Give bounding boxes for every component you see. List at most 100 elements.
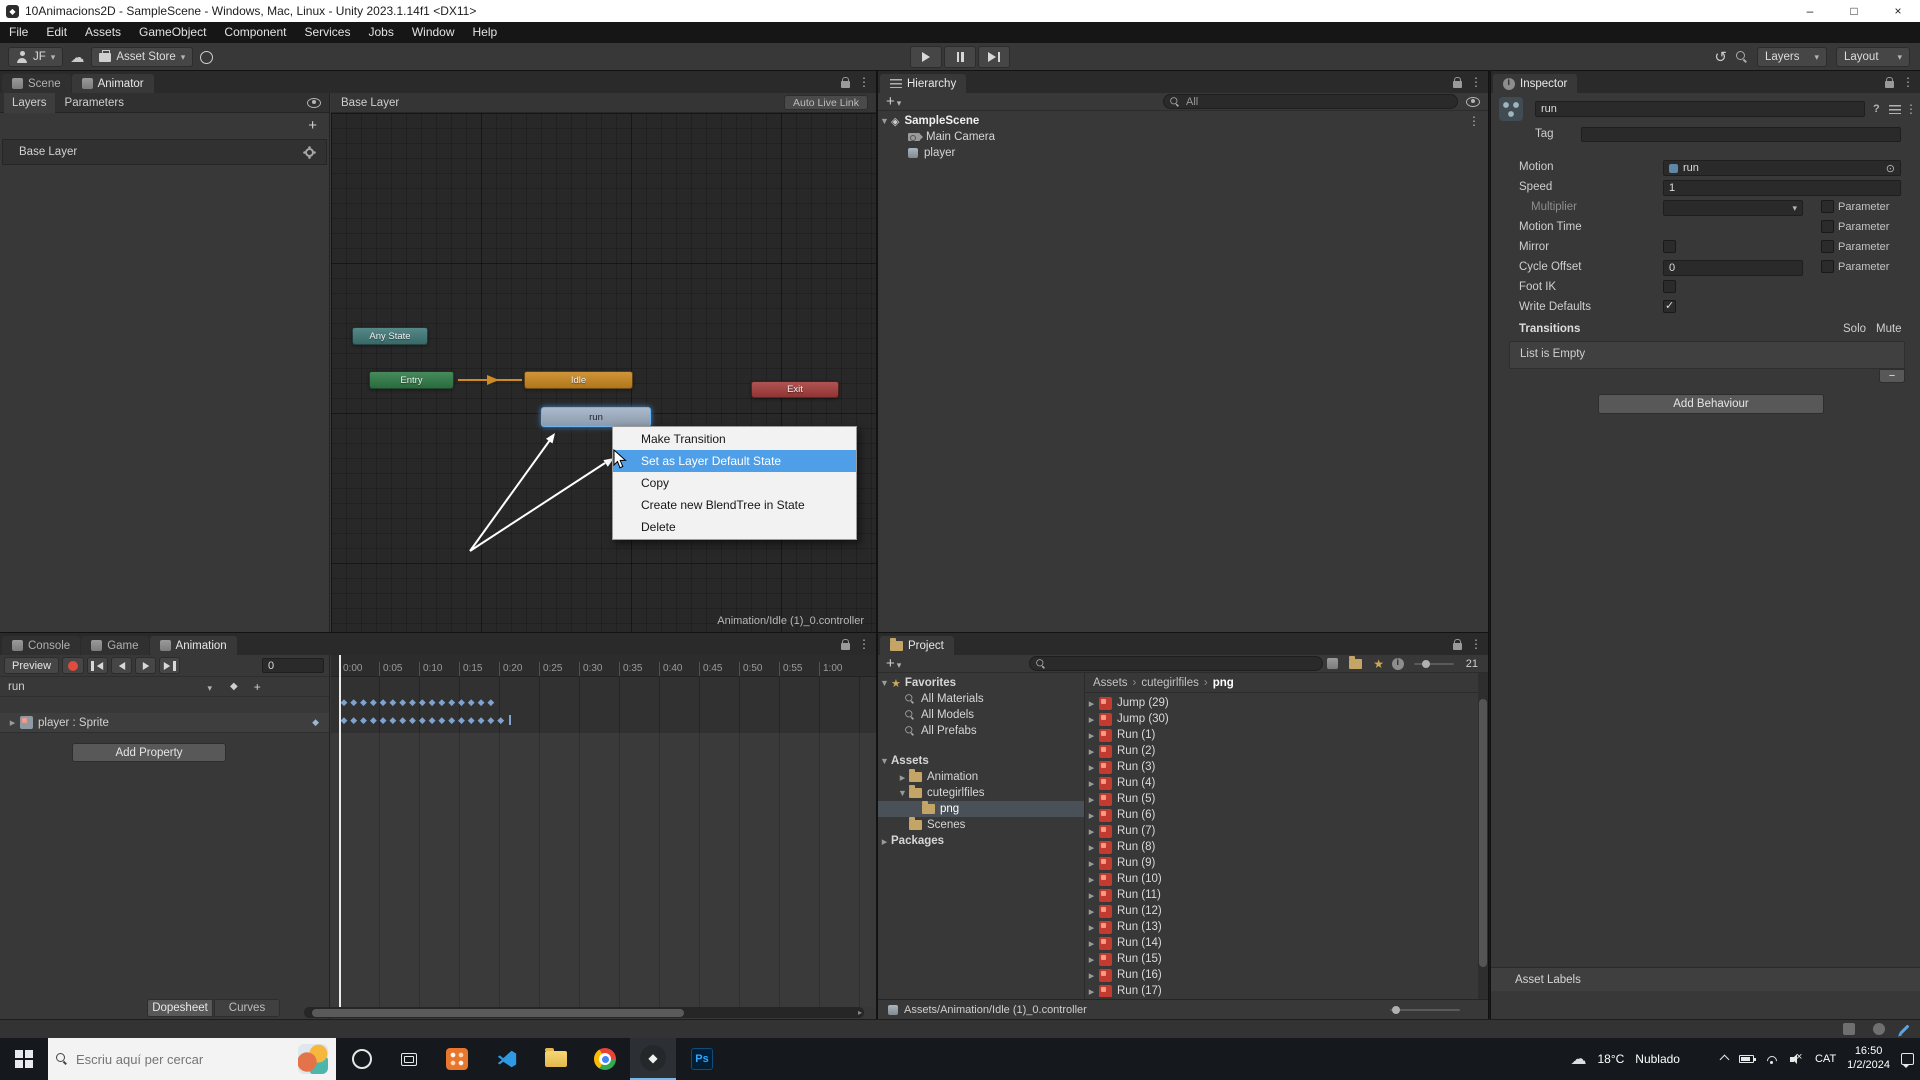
project-file-row[interactable]: Jump (30) <box>1085 711 1478 727</box>
context-menu-item[interactable]: Make Transition <box>613 428 856 450</box>
menu-item[interactable]: File <box>0 22 37 43</box>
taskbar-app-explorer[interactable] <box>533 1038 579 1080</box>
volume-muted-icon[interactable] <box>1790 1054 1804 1065</box>
timeline-ruler[interactable]: 0:000:050:100:150:200:250:300:350:400:45… <box>331 655 876 677</box>
menu-item[interactable]: Component <box>215 22 295 43</box>
expander-icon[interactable] <box>1085 729 1098 742</box>
create-object-button[interactable] <box>886 93 895 110</box>
favorites-header[interactable]: ★ Favorites <box>878 675 1084 691</box>
scene-visibility-icon[interactable] <box>1466 97 1480 107</box>
write-defaults-checkbox[interactable] <box>1663 300 1676 313</box>
lock-icon[interactable] <box>1453 643 1462 650</box>
play-animation-button[interactable] <box>135 657 156 674</box>
weather-cloud-icon[interactable]: ☁ <box>1570 1049 1586 1069</box>
assets-root-row[interactable]: Assets <box>878 753 1084 769</box>
project-search-input[interactable] <box>1029 656 1323 671</box>
footer-zoom-slider[interactable] <box>1390 1009 1460 1011</box>
tab-animation[interactable]: Animation <box>150 636 237 655</box>
tab-scene[interactable]: Scene <box>2 74 71 93</box>
action-center-icon[interactable] <box>1901 1053 1914 1065</box>
foldout-icon[interactable] <box>6 716 19 729</box>
project-file-row[interactable]: Run (1) <box>1085 727 1478 743</box>
expander-icon[interactable] <box>1085 953 1098 966</box>
status-activity-icon[interactable] <box>1843 1023 1855 1035</box>
search-icon[interactable] <box>1736 51 1748 63</box>
expander-icon[interactable] <box>1085 921 1098 934</box>
cloud-icon[interactable]: ☁ <box>70 49 84 66</box>
menu-item[interactable]: Help <box>464 22 507 43</box>
kebab-icon[interactable] <box>1905 102 1917 116</box>
state-name-field[interactable]: run <box>1535 101 1865 117</box>
network-icon[interactable] <box>1765 1054 1779 1064</box>
eye-icon[interactable] <box>307 98 321 108</box>
expander-icon[interactable] <box>1085 761 1098 774</box>
scene-menu-icon[interactable] <box>1468 114 1480 128</box>
expander-icon[interactable] <box>1085 873 1098 886</box>
foldout-icon[interactable] <box>878 116 891 126</box>
project-file-row[interactable]: Run (12) <box>1085 903 1478 919</box>
breadcrumb-segment[interactable]: Assets <box>1093 677 1128 689</box>
menu-item[interactable]: Services <box>295 22 359 43</box>
taskbar-clock[interactable]: 16:50 1/2/2024 <box>1847 1045 1890 1073</box>
project-file-row[interactable]: Jump (29) <box>1085 695 1478 711</box>
asset-labels-header[interactable]: Asset Labels <box>1491 967 1920 991</box>
horizontal-scrollbar[interactable]: ▸ <box>304 1007 864 1018</box>
vertical-scrollbar[interactable] <box>1478 673 1488 999</box>
add-property-button[interactable]: Add Property <box>72 743 226 762</box>
graph-node-exit[interactable]: Exit <box>751 381 839 398</box>
keyframe-track-row[interactable]: ◆◆◆◆◆◆◆◆◆◆◆◆◆◆◆◆ <box>339 695 496 707</box>
mirror-parameter-checkbox[interactable] <box>1821 240 1834 253</box>
panel-menu-icon[interactable] <box>1470 637 1482 651</box>
expander-icon[interactable] <box>1085 745 1098 758</box>
context-menu-item[interactable]: Copy <box>613 472 856 494</box>
tab-game[interactable]: Game <box>81 636 148 655</box>
project-file-row[interactable]: Run (5) <box>1085 791 1478 807</box>
add-behaviour-button[interactable]: Add Behaviour <box>1598 394 1824 414</box>
project-file-row[interactable]: Run (16) <box>1085 967 1478 983</box>
property-row[interactable]: player : Sprite ◆ <box>0 713 329 733</box>
scrollbar-thumb[interactable] <box>312 1009 684 1017</box>
expander-icon[interactable] <box>1085 857 1098 870</box>
motion-field[interactable]: run ⊙ <box>1663 160 1901 176</box>
tab-animator[interactable]: Animator <box>72 74 154 93</box>
step-button[interactable] <box>978 46 1010 68</box>
help-icon[interactable]: ? <box>1873 103 1880 115</box>
hierarchy-row-player[interactable]: player <box>878 145 1488 161</box>
graph-node-any-state[interactable]: Any State <box>352 327 428 345</box>
scrollbar-thumb[interactable] <box>1479 699 1487 967</box>
folder-row-png-selected[interactable]: png <box>878 801 1084 817</box>
project-file-row[interactable]: Run (2) <box>1085 743 1478 759</box>
taskbar-app-photoshop[interactable]: Ps <box>679 1038 725 1080</box>
lock-icon[interactable] <box>841 81 850 88</box>
breadcrumb-segment[interactable]: cutegirlfiles <box>1141 677 1199 689</box>
context-menu-item[interactable]: Create new BlendTree in State <box>613 494 856 516</box>
expander-icon[interactable] <box>1085 841 1098 854</box>
auto-live-link-button[interactable]: Auto Live Link <box>784 95 868 110</box>
tab-inspector[interactable]: Inspector <box>1493 74 1577 93</box>
project-file-row[interactable]: Run (6) <box>1085 807 1478 823</box>
project-file-row[interactable]: Run (9) <box>1085 855 1478 871</box>
favorite-all-models[interactable]: All Models <box>878 707 1084 723</box>
gear-icon[interactable] <box>305 148 314 157</box>
taskbar-app-unity[interactable]: ◆ <box>630 1038 676 1080</box>
tab-console[interactable]: Console <box>2 636 80 655</box>
tag-field[interactable] <box>1581 127 1901 142</box>
close-button[interactable]: × <box>1876 0 1920 22</box>
project-file-row[interactable]: Run (13) <box>1085 919 1478 935</box>
playhead[interactable] <box>339 655 341 1007</box>
search-by-label-icon[interactable] <box>1349 659 1362 669</box>
dopesheet-toggle[interactable]: Dopesheet <box>147 999 213 1017</box>
panel-menu-icon[interactable] <box>1902 75 1914 89</box>
project-file-row[interactable]: Run (15) <box>1085 951 1478 967</box>
layer-row[interactable]: Base Layer <box>2 139 327 165</box>
expander-icon[interactable] <box>1085 937 1098 950</box>
expander-icon[interactable] <box>1085 809 1098 822</box>
remove-transition-button[interactable]: − <box>1879 369 1905 383</box>
subtab-parameters[interactable]: Parameters <box>57 93 132 113</box>
favorite-all-prefabs[interactable]: All Prefabs <box>878 723 1084 739</box>
minimize-button[interactable]: – <box>1788 0 1832 22</box>
panel-menu-icon[interactable] <box>1470 75 1482 89</box>
services-icon[interactable] <box>200 51 213 64</box>
taskbar-search[interactable] <box>48 1038 336 1080</box>
lock-icon[interactable] <box>1453 81 1462 88</box>
